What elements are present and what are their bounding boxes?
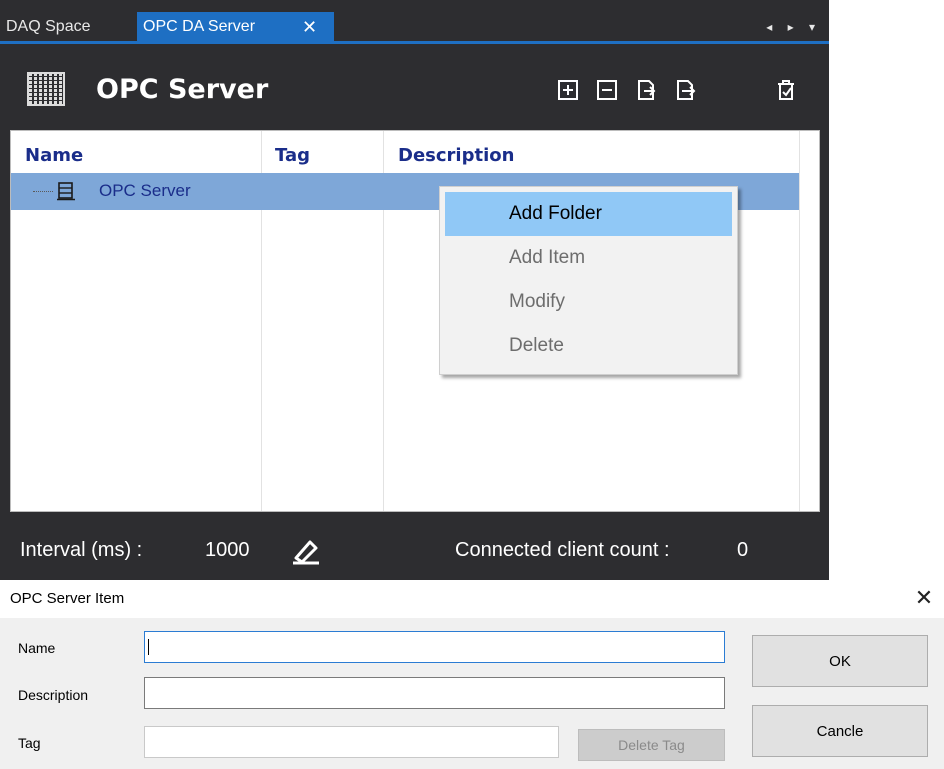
edit-icon[interactable] xyxy=(291,537,321,565)
export-icon[interactable] xyxy=(674,79,696,101)
menu-item-add-folder[interactable]: Add Folder xyxy=(445,192,732,236)
panel-header: OPC Server xyxy=(0,44,829,130)
tab-opc-da-server[interactable]: OPC DA Server ✕ xyxy=(137,12,334,42)
tab-navigation-arrows[interactable]: ◂ ▸ ▾ xyxy=(766,12,821,42)
description-input[interactable] xyxy=(144,677,725,709)
tag-input[interactable] xyxy=(144,726,559,758)
ok-button[interactable]: OK xyxy=(752,635,928,687)
expand-all-icon[interactable] xyxy=(557,79,579,101)
server-icon xyxy=(57,182,75,201)
dialog-title: OPC Server Item xyxy=(10,590,125,607)
menu-item-modify[interactable]: Modify xyxy=(445,280,732,324)
client-count-value: 0 xyxy=(737,539,749,561)
interval-value: 1000 xyxy=(205,539,250,561)
delete-tag-button[interactable]: Delete Tag xyxy=(578,729,725,761)
client-count-label: Connected client count : xyxy=(455,539,670,561)
tab-label: OPC DA Server xyxy=(143,18,256,35)
tab-daq-space[interactable]: DAQ Space xyxy=(0,12,130,42)
description-label: Description xyxy=(18,687,89,703)
column-header-name[interactable]: Name xyxy=(25,145,83,166)
status-bar: Interval (ms) : 1000 Connected client co… xyxy=(0,512,829,580)
opc-server-panel: DAQ Space OPC DA Server ✕ ◂ ▸ ▾ OPC Serv… xyxy=(0,0,829,580)
tag-label: Tag xyxy=(18,735,41,751)
menu-item-add-item[interactable]: Add Item xyxy=(445,236,732,280)
dialog-titlebar: OPC Server Item ✕ xyxy=(0,580,944,618)
name-input[interactable] xyxy=(144,631,725,663)
column-header-tag[interactable]: Tag xyxy=(275,145,310,166)
tab-label: DAQ Space xyxy=(6,18,91,35)
interval-label: Interval (ms) : xyxy=(20,539,143,561)
text-caret xyxy=(148,639,149,655)
menu-item-delete[interactable]: Delete xyxy=(445,324,732,368)
column-header-description[interactable]: Description xyxy=(398,145,514,166)
tree-node-label: OPC Server xyxy=(99,181,191,200)
close-icon[interactable]: ✕ xyxy=(912,584,936,612)
tree-branch-line xyxy=(33,191,53,192)
vertical-scrollbar[interactable] xyxy=(799,131,819,511)
name-label: Name xyxy=(18,640,56,656)
grid-icon xyxy=(27,72,65,106)
close-icon[interactable]: ✕ xyxy=(302,12,317,42)
page-title: OPC Server xyxy=(96,74,269,105)
opc-server-item-dialog: OPC Server Item ✕ Name Description Tag D… xyxy=(0,580,944,769)
collapse-all-icon[interactable] xyxy=(596,79,618,101)
import-icon[interactable] xyxy=(635,79,657,101)
clear-icon[interactable] xyxy=(775,79,797,101)
cancel-button[interactable]: Cancle xyxy=(752,705,928,757)
context-menu: Add Folder Add Item Modify Delete xyxy=(439,186,738,375)
tab-bar: DAQ Space OPC DA Server ✕ ◂ ▸ ▾ xyxy=(0,0,829,44)
